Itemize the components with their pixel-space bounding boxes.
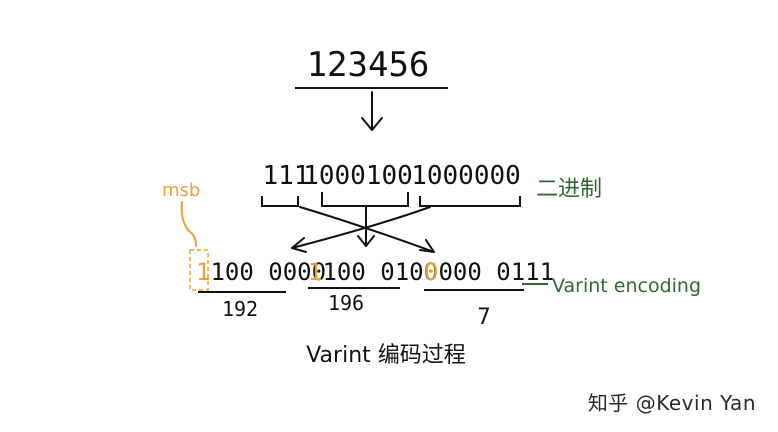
byte-1: 1100 0000 — [196, 258, 326, 286]
byte-1-msb: 1 — [196, 258, 210, 286]
byte-2: 1100 0100 — [308, 258, 438, 286]
down-arrow-icon — [361, 91, 383, 131]
bracket-group-3 — [419, 196, 521, 207]
byte-2-msb: 1 — [308, 258, 322, 286]
byte-2-value: 196 — [328, 291, 364, 315]
binary-label: 二进制 — [536, 177, 602, 202]
binary-group-2: 1000100 — [303, 161, 413, 191]
msb-pointer — [180, 201, 197, 247]
binary-group-3: 1000000 — [411, 161, 521, 191]
bracket-group-2 — [321, 192, 409, 207]
encoding-label: Varint encoding — [552, 275, 701, 297]
msb-label: msb — [162, 180, 200, 201]
byte-3-msb: 0 — [424, 258, 438, 286]
diagram-caption: Varint 编码过程 — [306, 343, 466, 368]
arrow-group3-to-byte1 — [291, 206, 431, 253]
watermark: 知乎 @Kevin Yan — [587, 391, 756, 415]
byte-1-value: 192 — [222, 297, 258, 321]
byte-3-value: 7 — [477, 305, 490, 330]
byte-2-rest: 100 0100 — [322, 258, 438, 286]
decimal-number: 123456 — [307, 45, 430, 85]
varint-diagram: 123456 111 1000100 1000000 二进制 msb 1100 … — [162, 45, 701, 368]
byte-3: 0000 0111 — [424, 258, 554, 286]
byte-3-rest: 000 0111 — [438, 258, 554, 286]
bracket-group-1 — [261, 196, 299, 207]
